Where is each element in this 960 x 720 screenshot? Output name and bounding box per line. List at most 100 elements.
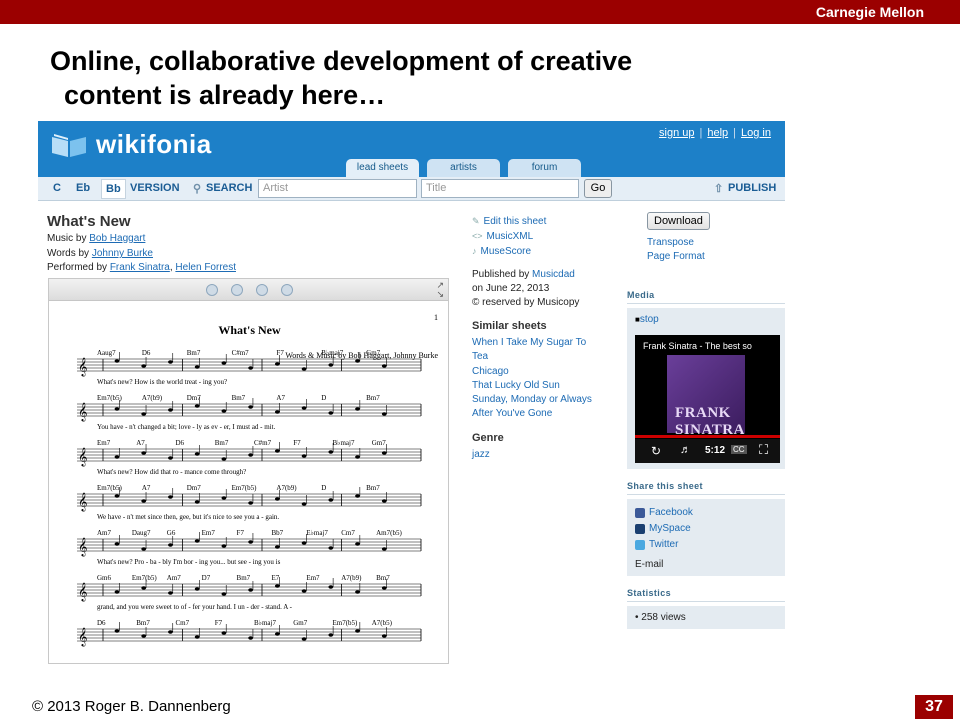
- help-link[interactable]: help: [707, 127, 728, 139]
- chord-symbol: Bm7: [366, 484, 380, 492]
- video-player[interactable]: Frank Sinatra - The best so FRANK SINATR…: [635, 335, 780, 463]
- note-head: [114, 494, 120, 498]
- treble-clef: 𝄞: [78, 402, 87, 422]
- publish-button[interactable]: PUBLISH: [728, 182, 776, 194]
- chord-symbol: A7(b9): [142, 394, 163, 402]
- replay-icon[interactable]: ↻: [651, 444, 661, 458]
- search-icon: ⚲: [193, 183, 202, 195]
- volume-icon[interactable]: ♬: [680, 444, 691, 456]
- performer-link-1[interactable]: Frank Sinatra: [110, 262, 170, 273]
- key-c[interactable]: C: [53, 182, 61, 194]
- slide-title: Online, collaborative development of cre…: [50, 44, 632, 112]
- composer-link[interactable]: Bob Haggart: [89, 233, 145, 244]
- similar-sheet-link[interactable]: Chicago: [472, 365, 592, 379]
- genre-link[interactable]: jazz: [472, 448, 592, 462]
- musicxml-link[interactable]: <> MusicXML: [472, 229, 592, 244]
- share-heading: Share this sheet: [627, 481, 785, 495]
- note-head: [114, 590, 120, 594]
- stop-button[interactable]: ■stop: [635, 314, 777, 325]
- note-head: [355, 629, 360, 633]
- note-head: [194, 500, 200, 504]
- edit-sheet-link[interactable]: ✎ Edit this sheet: [472, 214, 592, 229]
- institution-label: Carnegie Mellon: [815, 4, 924, 20]
- note-head: [328, 411, 334, 415]
- prev-page-icon[interactable]: [231, 284, 243, 296]
- similar-sheet-link[interactable]: Sunday, Monday or Always: [472, 393, 592, 407]
- treble-clef: 𝄞: [78, 447, 87, 467]
- next-page-icon[interactable]: [256, 284, 268, 296]
- chord-symbol: D7: [202, 574, 211, 582]
- note-head: [221, 457, 227, 461]
- chord-symbol: Em7(b5): [132, 574, 158, 582]
- key-eb[interactable]: Eb: [76, 182, 90, 194]
- first-page-icon[interactable]: [206, 284, 218, 296]
- chord-symbol: Gm7: [293, 619, 308, 627]
- expand-icon[interactable]: ↗ ↘: [436, 281, 444, 299]
- chord-symbol: F7: [215, 619, 223, 627]
- chord-symbol: A7: [136, 439, 145, 447]
- page-format-link[interactable]: Page Format: [647, 250, 785, 264]
- viewer-toolbar: ↗ ↘: [49, 279, 448, 301]
- published-by: Published by Musicdad: [472, 269, 575, 280]
- last-page-icon[interactable]: [281, 284, 293, 296]
- tab-artists[interactable]: artists: [427, 159, 500, 177]
- site-logo[interactable]: wikifonia: [50, 129, 212, 160]
- words-by-line: Words by Johnny Burke: [47, 248, 153, 259]
- note-head: [248, 540, 254, 544]
- chord-symbol: E7: [271, 574, 279, 582]
- note-head: [381, 451, 387, 455]
- note-head: [274, 497, 280, 501]
- note-head: [328, 498, 334, 502]
- slide-title-line1: Online, collaborative development of cre…: [50, 46, 633, 76]
- lyricist-link[interactable]: Johnny Burke: [92, 248, 153, 259]
- musescore-link[interactable]: ♪ MuseScore: [472, 244, 592, 259]
- facebook-link[interactable]: Facebook: [635, 505, 777, 521]
- note-head: [274, 449, 280, 453]
- publisher-link[interactable]: Musicdad: [532, 269, 575, 280]
- note-head: [168, 456, 173, 460]
- note-head: [301, 454, 307, 458]
- signup-link[interactable]: sign up: [659, 127, 694, 139]
- chord-symbol: D6: [142, 349, 151, 357]
- similar-sheet-link[interactable]: When I Take My Sugar To Tea: [472, 336, 592, 365]
- upload-icon: ⇧: [714, 183, 724, 195]
- copyright-line: © reserved by Musicopy: [472, 297, 580, 308]
- video-progress[interactable]: [635, 435, 780, 438]
- myspace-link[interactable]: MySpace: [635, 521, 777, 537]
- title-input[interactable]: Title: [421, 179, 579, 198]
- download-button[interactable]: Download: [647, 212, 710, 230]
- key-bb[interactable]: Bb: [101, 179, 126, 199]
- go-button[interactable]: Go: [584, 179, 612, 198]
- fullscreen-icon[interactable]: ⛶: [759, 442, 768, 458]
- chord-symbol: C#m7: [254, 439, 272, 447]
- note-head: [355, 494, 360, 498]
- note-head: [301, 637, 307, 641]
- slide-header-bar: Carnegie Mellon: [0, 0, 960, 24]
- note-head: [221, 592, 227, 596]
- chord-symbol: Em7: [306, 574, 320, 582]
- similar-sheet-link[interactable]: After You've Gone: [472, 407, 592, 421]
- artist-input[interactable]: Artist: [258, 179, 417, 198]
- note-head: [381, 499, 387, 503]
- chord-symbol: D6: [176, 439, 185, 447]
- tab-lead-sheets[interactable]: lead sheets: [346, 159, 419, 177]
- chord-symbol: D6: [97, 619, 106, 627]
- note-head: [381, 547, 387, 551]
- note-head: [221, 361, 227, 365]
- note-head: [168, 543, 173, 547]
- similar-sheet-link[interactable]: That Lucky Old Sun: [472, 379, 592, 393]
- statistics-heading: Statistics: [627, 588, 785, 602]
- chord-symbol: Em7: [97, 439, 111, 447]
- version-link[interactable]: VERSION: [130, 182, 180, 194]
- cc-icon[interactable]: CC: [731, 445, 747, 454]
- transpose-link[interactable]: Transpose: [647, 236, 785, 250]
- tab-forum[interactable]: forum: [508, 159, 581, 177]
- email-link[interactable]: E-mail: [635, 559, 777, 570]
- slide-page-number: 37: [915, 695, 953, 719]
- chord-symbol: Bm7: [187, 349, 201, 357]
- twitter-link[interactable]: Twitter: [635, 537, 777, 553]
- login-link[interactable]: Log in: [741, 127, 771, 139]
- performer-link-2[interactable]: Helen Forrest: [175, 262, 236, 273]
- sheet-title: What's New: [218, 323, 281, 337]
- note-head: [114, 407, 120, 411]
